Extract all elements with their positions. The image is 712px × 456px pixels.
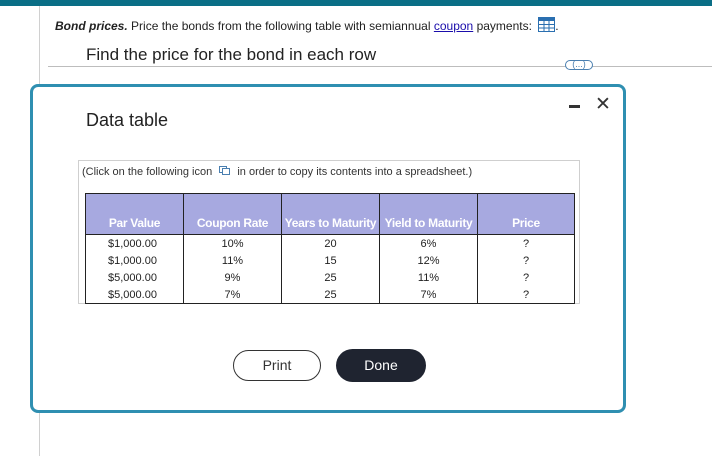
instruction-text: Find the price for the bond in each row — [86, 45, 377, 64]
cell-years: 25 — [281, 286, 380, 304]
cell-coupon-rate: 11% — [183, 252, 282, 269]
cell-par-value: $5,000.00 — [85, 286, 184, 304]
header-coupon-rate: Coupon Rate — [183, 193, 282, 235]
close-icon[interactable]: ✕ — [595, 95, 611, 115]
cell-par-value: $5,000.00 — [85, 269, 184, 286]
table-header-row: Par Value Coupon Rate Years to Maturity … — [85, 193, 575, 235]
table-row: $1,000.00 10% 20 6% ? — [85, 234, 575, 252]
coupon-link[interactable]: coupon — [434, 19, 473, 33]
done-button[interactable]: Done — [336, 349, 426, 382]
top-accent-bar — [0, 0, 712, 6]
problem-statement: Bond prices. Price the bonds from the fo… — [55, 17, 559, 36]
cell-coupon-rate: 10% — [183, 234, 282, 252]
problem-text: Price the bonds from the following table… — [127, 19, 434, 34]
bond-data-table: Par Value Coupon Rate Years to Maturity … — [85, 193, 575, 304]
cell-coupon-rate: 9% — [183, 269, 282, 286]
copy-note-text: (Click on the following icon — [82, 166, 216, 178]
cell-price: ? — [477, 234, 575, 252]
cell-yield: 12% — [379, 252, 478, 269]
cell-yield: 11% — [379, 269, 478, 286]
copy-icon[interactable] — [219, 166, 231, 178]
instruction-divider — [48, 66, 712, 67]
header-years-to-maturity: Years to Maturity — [281, 193, 380, 235]
cell-yield: 7% — [379, 286, 478, 304]
cell-price: ? — [477, 286, 575, 304]
cell-price: ? — [477, 269, 575, 286]
table-row: $1,000.00 11% 15 12% ? — [85, 252, 575, 269]
table-row: $5,000.00 7% 25 7% ? — [85, 286, 575, 304]
copy-note-text-2: in order to copy its contents into a spr… — [234, 166, 473, 178]
cell-coupon-rate: 7% — [183, 286, 282, 304]
print-button[interactable]: Print — [233, 350, 321, 381]
modal-title: Data table — [86, 110, 169, 130]
table-icon[interactable] — [538, 17, 556, 35]
header-price: Price — [477, 193, 575, 235]
cell-years: 20 — [281, 234, 380, 252]
cell-par-value: $1,000.00 — [85, 252, 184, 269]
header-yield-to-maturity: Yield to Maturity — [379, 193, 478, 235]
cell-par-value: $1,000.00 — [85, 234, 184, 252]
copy-instruction: (Click on the following icon in order to… — [82, 166, 472, 178]
problem-trailing: . — [555, 19, 559, 34]
header-par-value: Par Value — [85, 193, 184, 235]
minimize-icon[interactable] — [569, 105, 580, 108]
problem-title: Bond prices. — [55, 19, 128, 34]
more-icon[interactable]: (...) — [565, 60, 593, 70]
table-row: $5,000.00 9% 25 11% ? — [85, 269, 575, 286]
cell-years: 15 — [281, 252, 380, 269]
cell-years: 25 — [281, 269, 380, 286]
problem-text-2: payments: — [473, 19, 536, 34]
cell-yield: 6% — [379, 234, 478, 252]
cell-price: ? — [477, 252, 575, 269]
